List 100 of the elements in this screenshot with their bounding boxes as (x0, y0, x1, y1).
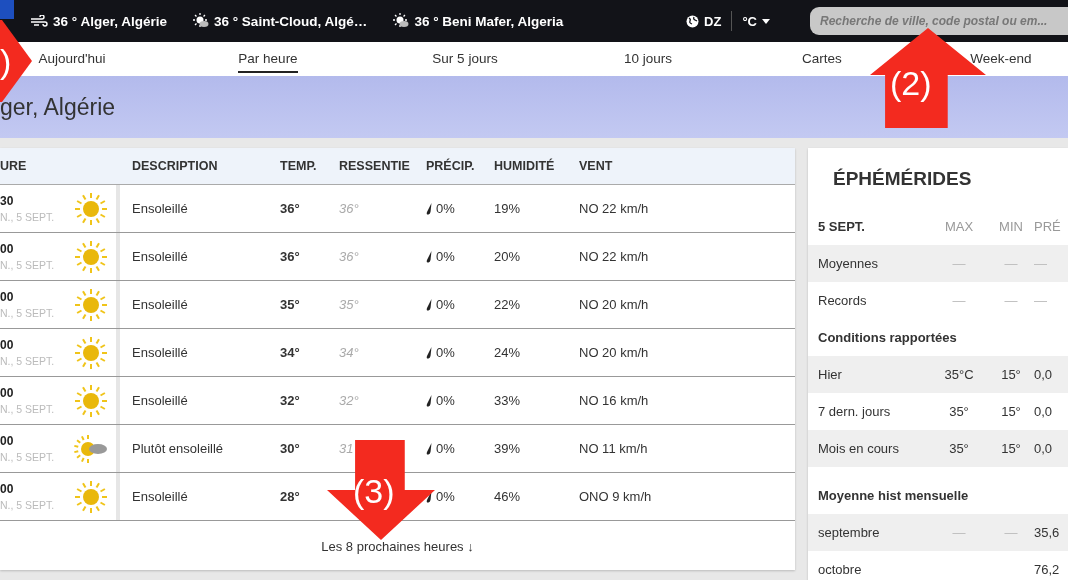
table-cell-text: 34° (279, 344, 301, 362)
table-cell-text: NO 20 km/h (578, 296, 650, 314)
table-cell-text: Ensoleillé (131, 248, 189, 266)
date-label: N., 5 SEPT. (0, 355, 56, 367)
column-header: DESCRIPTION (131, 159, 219, 173)
table-cell: 0% (436, 297, 455, 312)
hour-label: 00 (0, 290, 15, 304)
table-cell-text: 35° (948, 441, 970, 456)
table-cell-text: octobre (818, 562, 863, 577)
sun-icon (74, 239, 108, 274)
table-cell-text: Ensoleillé (131, 296, 189, 314)
hour-label: 00 (0, 386, 15, 400)
annotation-label: (3) (353, 472, 395, 511)
table-cell-text: — (951, 293, 967, 308)
section-heading: Moyenne hist mensuelle (818, 488, 969, 503)
table-cell-text: 32° (338, 392, 360, 410)
table-cell-text: — (951, 256, 967, 271)
location-link[interactable]: 36 ° Beni Mafer, Algeria (393, 13, 564, 29)
caret-icon (762, 18, 770, 24)
section-heading: Conditions rapportées (818, 330, 957, 345)
sun-icon (74, 479, 108, 514)
table-cell-text: ONO 9 km/h (578, 488, 653, 506)
table-cell-text: — (1034, 293, 1048, 308)
column-header: 5 SEPT. (818, 219, 866, 234)
table-cell-text: Plutôt ensoleillé (131, 440, 225, 458)
table-cell-text: 33% (493, 392, 522, 410)
table-cell-text: NO 22 km/h (578, 200, 650, 218)
date-label: N., 5 SEPT. (0, 307, 56, 319)
table-cell-text: — (1003, 525, 1019, 540)
table-cell: 0% (436, 345, 455, 360)
nav-tab[interactable]: Week-end (970, 45, 1032, 73)
table-cell-text: 34° (338, 344, 360, 362)
nav-tab[interactable]: Aujourd'hui (38, 45, 106, 73)
nav-tab[interactable]: Par heure (238, 45, 298, 73)
date-label: N., 5 SEPT. (0, 499, 56, 511)
sun-cloud-icon (192, 13, 209, 29)
table-cell-text: 19% (493, 200, 522, 218)
location-link[interactable]: 36 ° Alger, Algérie (30, 13, 167, 29)
hour-label: 00 (0, 242, 15, 256)
table-cell-text: 15° (1000, 441, 1022, 456)
logo[interactable] (0, 0, 14, 19)
table-cell-text: Moyennes (818, 256, 879, 271)
table-cell-text: 46% (493, 488, 522, 506)
raindrop-icon (426, 442, 432, 455)
date-label: N., 5 SEPT. (0, 451, 56, 463)
table-cell-text: 32° (279, 392, 301, 410)
table-cell-text: — (1003, 293, 1019, 308)
region-selector[interactable]: DZ (686, 13, 722, 29)
table-cell-text: 35° (338, 296, 360, 314)
date-label: N., 5 SEPT. (0, 403, 56, 415)
table-cell-text: 0,0 (1034, 441, 1054, 456)
raindrop-icon (426, 298, 432, 311)
table-cell-text: Ensoleillé (131, 488, 189, 506)
raindrop-icon (426, 250, 432, 263)
table-cell-text: Ensoleillé (131, 392, 189, 410)
table-cell: 0% (436, 249, 455, 264)
table-cell-text: 36° (338, 248, 360, 266)
table-cell-text: 20% (493, 248, 522, 266)
table-cell-text: Ensoleillé (131, 200, 189, 218)
table-cell-text: 15° (1000, 367, 1022, 382)
page-title: ger, Algérie (0, 93, 116, 121)
date-label: N., 5 SEPT. (0, 259, 56, 271)
raindrop-icon (426, 202, 432, 215)
more-hours-link[interactable]: Les 8 prochaines heures ↓ (321, 538, 474, 554)
table-cell-text: septembre (818, 525, 881, 540)
table-cell-text: NO 22 km/h (578, 248, 650, 266)
table-cell-text: Records (818, 293, 868, 308)
nav-tab[interactable]: Sur 5 jours (432, 45, 498, 73)
table-cell-text: 24% (493, 344, 522, 362)
column-header: PRÉ (1034, 219, 1062, 234)
table-cell-text: 15° (1000, 404, 1022, 419)
wind-icon (30, 15, 48, 27)
table-cell-text: 36° (338, 200, 360, 218)
annotation-label: ) (0, 42, 12, 81)
search-field[interactable]: Recherche de ville, code postal ou em... (810, 7, 1068, 35)
column-header: URE (0, 159, 28, 173)
table-cell: 0% (436, 201, 455, 216)
date-label: N., 5 SEPT. (0, 211, 56, 223)
column-header: VENT (578, 159, 614, 173)
nav-tab[interactable]: 10 jours (624, 45, 672, 73)
table-cell-text: 30° (279, 440, 301, 458)
table-cell-text: NO 20 km/h (578, 344, 650, 362)
table-cell-text: 76,2 (1034, 562, 1061, 577)
table-cell: 0% (436, 489, 455, 504)
location-link[interactable]: 36 ° Saint-Cloud, Algé… (192, 13, 368, 29)
sun-icon (74, 287, 108, 322)
raindrop-icon (426, 346, 432, 359)
annotation-label: (2) (890, 64, 932, 103)
sun-icon (74, 335, 108, 370)
table-cell-text: 35° (948, 404, 970, 419)
unit-selector[interactable]: °C (742, 13, 770, 29)
table-cell: 0% (436, 441, 455, 456)
table-cell-text: 35°C (943, 367, 975, 382)
column-header: RESSENTIE (338, 159, 411, 173)
nav-tab[interactable]: Cartes (802, 45, 842, 73)
column-header: PRÉCIP. (425, 159, 476, 173)
hour-label: 00 (0, 482, 15, 496)
table-cell-text: 31 (338, 440, 355, 458)
table-cell-text: 0,0 (1034, 367, 1054, 382)
table-cell-text: Hier (818, 367, 843, 382)
